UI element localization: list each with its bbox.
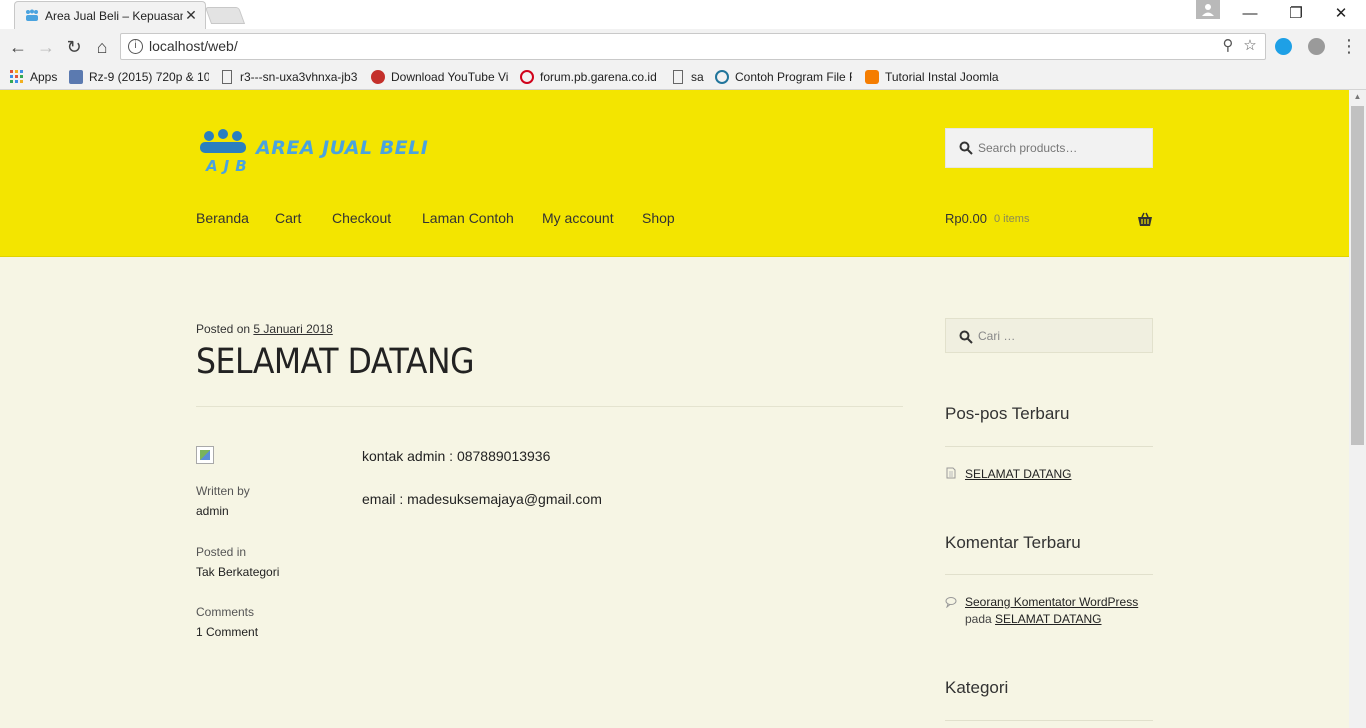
- skype-extension-icon[interactable]: [1275, 38, 1292, 55]
- comment-on-line: pada SELAMAT DATANG: [965, 612, 1102, 626]
- comment-bubble-icon: [945, 597, 957, 608]
- sidebar-search-input[interactable]: [978, 319, 1148, 352]
- reload-icon[interactable]: ↻: [64, 37, 84, 57]
- nav-cart[interactable]: Cart: [275, 210, 301, 226]
- posted-on-label: Posted on: [196, 322, 251, 336]
- extension-icon[interactable]: [1308, 38, 1325, 55]
- document-icon: [946, 467, 956, 479]
- comment-post-link[interactable]: SELAMAT DATANG: [995, 612, 1101, 626]
- post-divider: [196, 406, 903, 407]
- page-scrollbar[interactable]: ▲: [1349, 90, 1366, 728]
- nav-checkout[interactable]: Checkout: [332, 210, 391, 226]
- scroll-thumb[interactable]: [1351, 106, 1364, 445]
- tab-title: Area Jual Beli – Kepuasan: [45, 9, 183, 23]
- header-cart[interactable]: Rp0.00 0 items: [945, 211, 1153, 231]
- garena-icon: [520, 70, 534, 84]
- home-icon[interactable]: ⌂: [92, 37, 112, 57]
- bookmark-joomla[interactable]: Tutorial Instal Joomla: [865, 68, 1001, 86]
- bookmark-star-icon[interactable]: ☆: [1241, 37, 1259, 55]
- recent-comments-title: Komentar Terbaru: [945, 533, 1081, 552]
- search-icon: [959, 141, 973, 155]
- address-bar[interactable]: i ⚲ ☆: [120, 33, 1266, 60]
- widget-divider: [945, 446, 1153, 447]
- author-link[interactable]: admin: [196, 504, 229, 518]
- comments-link[interactable]: 1 Comment: [196, 625, 258, 639]
- cart-amount: Rp0.00: [945, 211, 987, 226]
- widget-divider: [945, 720, 1153, 721]
- comment-author-link[interactable]: Seorang Komentator WordPress: [965, 595, 1138, 609]
- new-tab-button[interactable]: [204, 7, 246, 24]
- youtube-icon: [371, 70, 385, 84]
- author-avatar: [196, 446, 214, 464]
- bookmark-rz9[interactable]: Rz-9 (2015) 720p & 1080p: [69, 68, 209, 86]
- profile-icon[interactable]: [1196, 0, 1220, 19]
- posted-in-label: Posted in: [196, 545, 247, 559]
- minimize-button[interactable]: —: [1227, 0, 1273, 28]
- categories-title: Kategori: [945, 678, 1009, 697]
- nav-laman-contoh[interactable]: Laman Contoh: [422, 210, 514, 226]
- url-input[interactable]: [149, 34, 1049, 59]
- browser-menu-icon[interactable]: ⋮: [1340, 36, 1358, 56]
- forward-arrow-icon[interactable]: →: [36, 37, 56, 57]
- site-favicon-icon: [26, 9, 38, 21]
- nav-beranda[interactable]: Beranda: [196, 210, 249, 226]
- page-icon: [222, 70, 232, 84]
- wordpress-icon: [715, 70, 729, 84]
- nav-shop[interactable]: Shop: [642, 210, 675, 226]
- restore-button[interactable]: ❐: [1273, 0, 1319, 28]
- post-date-line: Posted on 5 Januari 2018: [196, 322, 333, 336]
- blogger-icon: [865, 70, 879, 84]
- bookmark-favicon-icon: [69, 70, 83, 84]
- bookmark-garena[interactable]: forum.pb.garena.co.id: [520, 68, 658, 86]
- recent-posts-title: Pos-pos Terbaru: [945, 404, 1070, 423]
- close-window-button[interactable]: ✕: [1318, 0, 1364, 28]
- apps-grid-icon: [10, 70, 23, 83]
- recent-post-link[interactable]: SELAMAT DATANG: [965, 467, 1071, 481]
- post-date-link[interactable]: 5 Januari 2018: [253, 322, 332, 336]
- post-content-email: email : madesuksemajaya@gmail.com: [362, 491, 602, 507]
- cart-count: 0 items: [994, 213, 1030, 225]
- zoom-icon[interactable]: ⚲: [1219, 37, 1237, 55]
- bookmark-youtube[interactable]: Download YouTube Vi: [371, 68, 508, 86]
- page-icon: [673, 70, 683, 84]
- search-icon: [959, 330, 973, 344]
- bookmark-r3[interactable]: r3---sn-uxa3vhnxa-jb3: [222, 68, 358, 86]
- post-content-contact: kontak admin : 087889013936: [362, 448, 551, 464]
- site-logo[interactable]: AREA JUAL BELI AJB: [196, 129, 428, 177]
- browser-tabstrip: Area Jual Beli – Kepuasan ✕ — ❐ ✕: [0, 0, 1366, 29]
- written-by-label: Written by: [196, 484, 250, 498]
- logo-text: AREA JUAL BELI: [256, 137, 429, 159]
- tab-close-icon[interactable]: ✕: [183, 7, 199, 23]
- bookmark-apps[interactable]: Apps: [10, 68, 62, 86]
- scroll-up-arrow-icon[interactable]: ▲: [1349, 90, 1366, 104]
- bookmark-contoh-program[interactable]: Contoh Program File F: [715, 68, 852, 86]
- sidebar-search: [945, 318, 1153, 353]
- browser-tab[interactable]: Area Jual Beli – Kepuasan ✕: [14, 1, 206, 29]
- info-icon[interactable]: i: [128, 39, 143, 54]
- category-link[interactable]: Tak Berkategori: [196, 565, 279, 579]
- bookmarks-bar: Apps Rz-9 (2015) 720p & 1080p r3---sn-ux…: [0, 64, 1366, 90]
- back-arrow-icon[interactable]: ←: [8, 37, 28, 57]
- nav-my-account[interactable]: My account: [542, 210, 614, 226]
- product-search-input[interactable]: [978, 129, 1148, 167]
- basket-icon: [1138, 212, 1152, 226]
- browser-toolbar: ← → ↻ ⌂ i ⚲ ☆ ⋮: [0, 29, 1366, 64]
- product-search: [945, 128, 1153, 168]
- logo-subtext: AJB: [206, 157, 253, 175]
- bookmark-sa[interactable]: sa: [673, 68, 705, 86]
- site-header: AREA JUAL BELI AJB Beranda Cart Checkout…: [0, 90, 1349, 257]
- post-title: SELAMAT DATANG: [196, 342, 475, 382]
- comments-label: Comments: [196, 605, 255, 619]
- widget-divider: [945, 574, 1153, 575]
